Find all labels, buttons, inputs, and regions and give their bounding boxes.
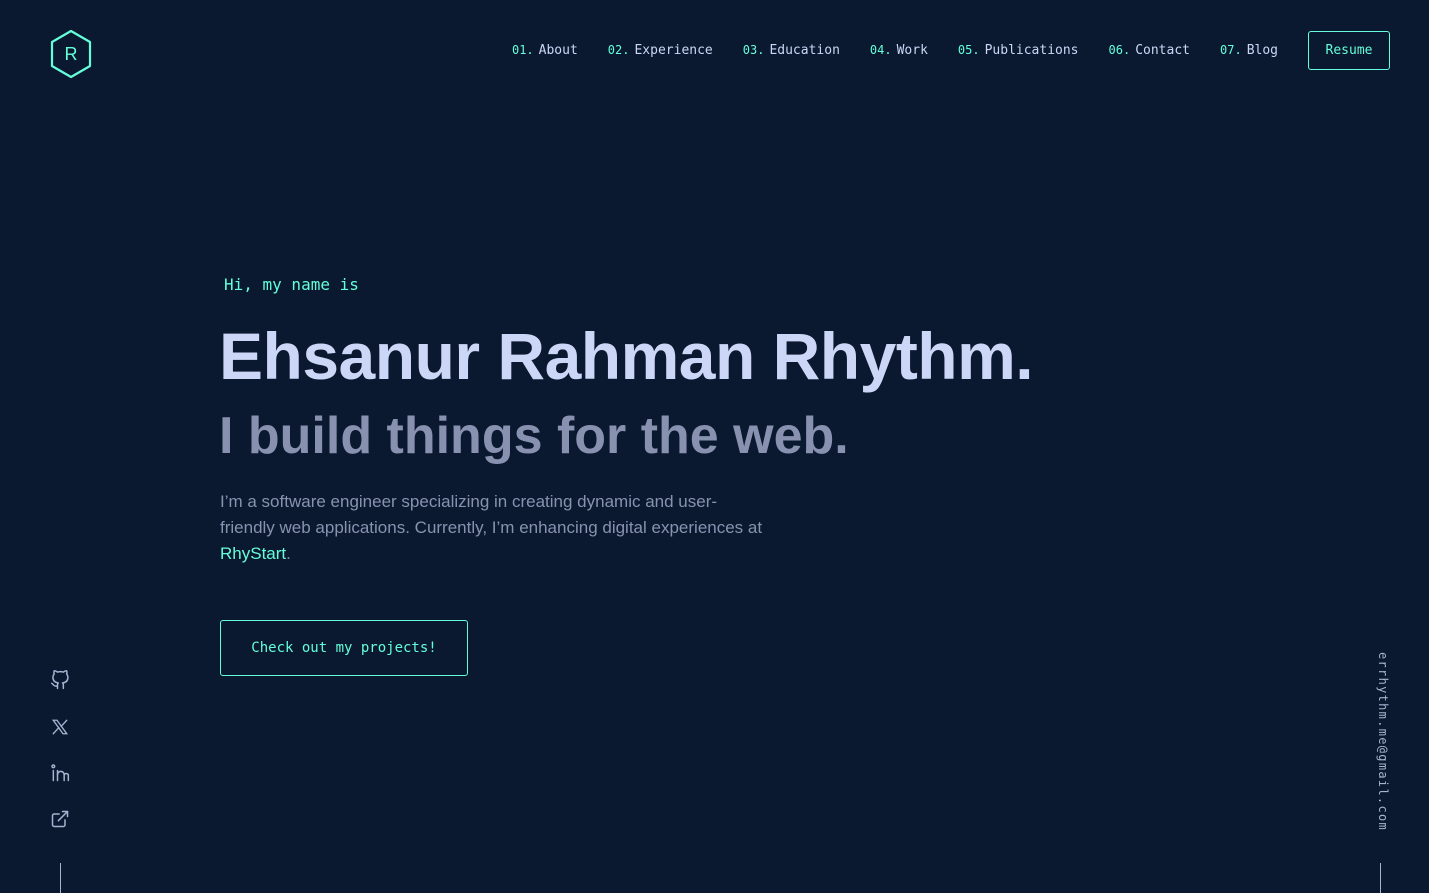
intro-end: .	[286, 544, 291, 563]
nav-label: Experience	[634, 43, 713, 58]
email-link[interactable]: errhythm.me@gmail.com	[1370, 652, 1390, 834]
hero-name: Ehsanur Rahman Rhythm.	[219, 319, 1034, 393]
hero-greeting: Hi, my name is	[224, 275, 359, 294]
company-link[interactable]: RhyStart	[220, 544, 286, 563]
nav-label: Education	[769, 43, 840, 58]
nav-item-blog[interactable]: 07. Blog	[1220, 43, 1278, 58]
hero-intro: I’m a software engineer specializing in …	[220, 489, 765, 567]
main-nav: 01. About 02. Experience 03. Education 0…	[512, 31, 1390, 70]
nav-label: About	[538, 43, 578, 58]
nav-number: 04.	[869, 43, 892, 57]
nav-item-contact[interactable]: 06. Contact	[1109, 43, 1190, 58]
nav-item-publications[interactable]: 05. Publications	[958, 43, 1079, 58]
nav-label: Contact	[1135, 43, 1190, 58]
nav-item-experience[interactable]: 02. Experience	[608, 43, 713, 58]
x-twitter-icon	[51, 719, 69, 735]
hexagon-logo-icon: R	[50, 29, 92, 79]
hero-tagline: I build things for the web.	[219, 407, 849, 465]
github-link[interactable]	[48, 668, 72, 692]
left-divider-line	[60, 863, 61, 893]
nav-item-education[interactable]: 03. Education	[743, 43, 840, 58]
resume-button[interactable]: Resume	[1308, 31, 1390, 70]
nav-label: Blog	[1246, 43, 1278, 58]
linkedin-icon	[51, 764, 70, 782]
check-projects-button[interactable]: Check out my projects!	[220, 620, 468, 676]
nav-number: 03.	[742, 43, 765, 57]
nav-number: 02.	[607, 43, 630, 57]
nav-number: 07.	[1220, 43, 1242, 57]
external-link-icon	[51, 810, 69, 828]
external-link[interactable]	[48, 807, 72, 831]
nav-item-about[interactable]: 01. About	[512, 43, 578, 58]
nav-item-work[interactable]: 04. Work	[870, 43, 928, 58]
github-icon	[50, 670, 69, 690]
nav-number: 01.	[511, 43, 534, 57]
nav-label: Publications	[984, 43, 1079, 58]
nav-label: Work	[896, 43, 928, 58]
nav-number: 05.	[957, 43, 980, 57]
logo-letter: R	[65, 44, 78, 64]
right-divider-line	[1380, 863, 1381, 893]
linkedin-link[interactable]	[48, 761, 72, 785]
nav-number: 06.	[1108, 43, 1131, 57]
logo-link[interactable]: R	[49, 29, 93, 79]
intro-text: I’m a software engineer specializing in …	[220, 492, 763, 537]
x-twitter-link[interactable]	[48, 715, 72, 739]
